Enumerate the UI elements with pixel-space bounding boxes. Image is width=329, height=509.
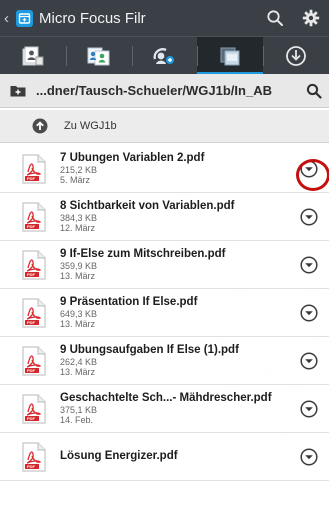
file-date: 13. März: [60, 366, 96, 377]
pdf-file-icon: PDF: [22, 298, 46, 328]
file-size: 375,1 KB: [60, 404, 98, 415]
tab-shared-with-me[interactable]: [65, 37, 132, 74]
file-name: 9 Übungsaufgaben If Else (1).pdf: [60, 343, 239, 356]
pdf-badge-label: PDF: [27, 175, 35, 181]
file-size: 359,9 KB: [60, 260, 98, 271]
shared-by-me-icon: [153, 47, 175, 64]
file-info: Lösung Energizer.pdf: [60, 450, 298, 463]
pdf-badge-label: PDF: [27, 415, 35, 421]
arrow-up-circle-icon: [28, 114, 52, 138]
up-label: Zu WGJ1b: [64, 120, 117, 132]
pdf-badge-label: PDF: [27, 271, 35, 277]
title-bar: ‹ Micro Focus Filr: [0, 0, 329, 36]
file-row[interactable]: PDF 9 Präsentation If Else.pdf 649,3 KB 13.…: [0, 289, 329, 337]
search-folder-icon[interactable]: [299, 83, 329, 99]
file-actions-chevron-down-icon[interactable]: [298, 254, 320, 276]
pdf-badge-label: PDF: [27, 223, 35, 229]
file-row[interactable]: PDF 8 Sichtbarkeit von Variablen.pdf 384,3…: [0, 193, 329, 241]
file-size: 649,3 KB: [60, 308, 98, 319]
file-size: 215,2 KB: [60, 164, 98, 175]
file-info: 9 Übungsaufgaben If Else (1).pdf 262,4 KB…: [60, 344, 298, 377]
back-chevron-icon[interactable]: ‹: [4, 10, 14, 27]
file-name: 8 Sichtbarkeit von Variablen.pdf: [60, 199, 235, 212]
file-name: Lösung Energizer.pdf: [60, 450, 178, 463]
file-actions-chevron-down-icon[interactable]: [298, 398, 320, 420]
path-bar: ...dner/Tausch-Schueler/WGJ1b/In_AB: [0, 74, 329, 108]
pdf-file-icon: PDF: [22, 442, 46, 472]
tab-net-folders[interactable]: [197, 37, 264, 74]
file-row[interactable]: PDF Lösung Energizer.pdf: [0, 433, 329, 481]
search-icon[interactable]: [257, 0, 293, 36]
download-icon: [286, 45, 306, 66]
file-name: 9 Präsentation If Else.pdf: [60, 295, 198, 308]
tab-bar: [0, 36, 329, 74]
pdf-badge-label: PDF: [27, 319, 35, 325]
my-files-icon: [22, 46, 44, 65]
tab-my-files[interactable]: [0, 37, 66, 74]
file-row[interactable]: PDF 9 If-Else zum Mitschreiben.pdf 359,9 K…: [0, 241, 329, 289]
gear-icon[interactable]: [293, 0, 329, 36]
net-folders-icon: [220, 47, 240, 65]
file-list: PDF 7 Übungen Variablen 2.pdf 215,2 KB 5. M…: [0, 145, 329, 481]
up-to-parent-row[interactable]: Zu WGJ1b: [0, 110, 329, 143]
file-date: 13. März: [60, 270, 96, 281]
file-info: Geschachtelte Sch...- Mähdrescher.pdf 375…: [60, 392, 298, 425]
file-date: 13. März: [60, 318, 96, 329]
filr-logo-icon[interactable]: [16, 9, 33, 27]
file-name: 7 Übungen Variablen 2.pdf: [60, 151, 205, 164]
tab-downloads[interactable]: [263, 37, 329, 74]
file-date: 5. März: [60, 174, 91, 185]
file-info: 8 Sichtbarkeit von Variablen.pdf 384,3 KB…: [60, 200, 298, 233]
pdf-file-icon: PDF: [22, 202, 46, 232]
pdf-badge-label: PDF: [27, 463, 35, 469]
file-name: 9 If-Else zum Mitschreiben.pdf: [60, 247, 226, 260]
shared-with-me-icon: [87, 47, 110, 65]
file-name: Geschachtelte Sch...- Mähdrescher.pdf: [60, 391, 272, 404]
pdf-file-icon: PDF: [22, 154, 46, 184]
file-size: 384,3 KB: [60, 212, 98, 223]
pdf-file-icon: PDF: [22, 394, 46, 424]
file-date: 12. März: [60, 222, 96, 233]
file-date: 14. Feb.: [60, 414, 94, 425]
app-title: Micro Focus Filr: [39, 9, 146, 27]
file-info: 9 If-Else zum Mitschreiben.pdf 359,9 KB 13…: [60, 248, 298, 281]
file-row[interactable]: PDF 7 Übungen Variablen 2.pdf 215,2 KB 5. M…: [0, 145, 329, 193]
file-actions-chevron-down-icon[interactable]: [298, 446, 320, 468]
highlight-circle-annotation: [296, 159, 329, 191]
tab-shared-by-me[interactable]: [131, 37, 198, 74]
add-folder-icon[interactable]: [0, 84, 36, 97]
file-actions-chevron-down-icon[interactable]: [298, 302, 320, 324]
file-row[interactable]: PDF 9 Übungsaufgaben If Else (1).pdf 262,4…: [0, 337, 329, 385]
file-actions-chevron-down-icon[interactable]: [298, 350, 320, 372]
file-size: 262,4 KB: [60, 356, 98, 367]
breadcrumb-path[interactable]: ...dner/Tausch-Schueler/WGJ1b/In_AB: [36, 83, 299, 98]
pdf-file-icon: PDF: [22, 346, 46, 376]
pdf-badge-label: PDF: [27, 367, 35, 373]
file-actions-chevron-down-icon[interactable]: [298, 206, 320, 228]
pdf-file-icon: PDF: [22, 250, 46, 280]
file-row[interactable]: PDF Geschachtelte Sch...- Mähdrescher.pdf…: [0, 385, 329, 433]
file-info: 7 Übungen Variablen 2.pdf 215,2 KB 5. März: [60, 152, 298, 185]
file-info: 9 Präsentation If Else.pdf 649,3 KB 13. Mä…: [60, 296, 298, 329]
